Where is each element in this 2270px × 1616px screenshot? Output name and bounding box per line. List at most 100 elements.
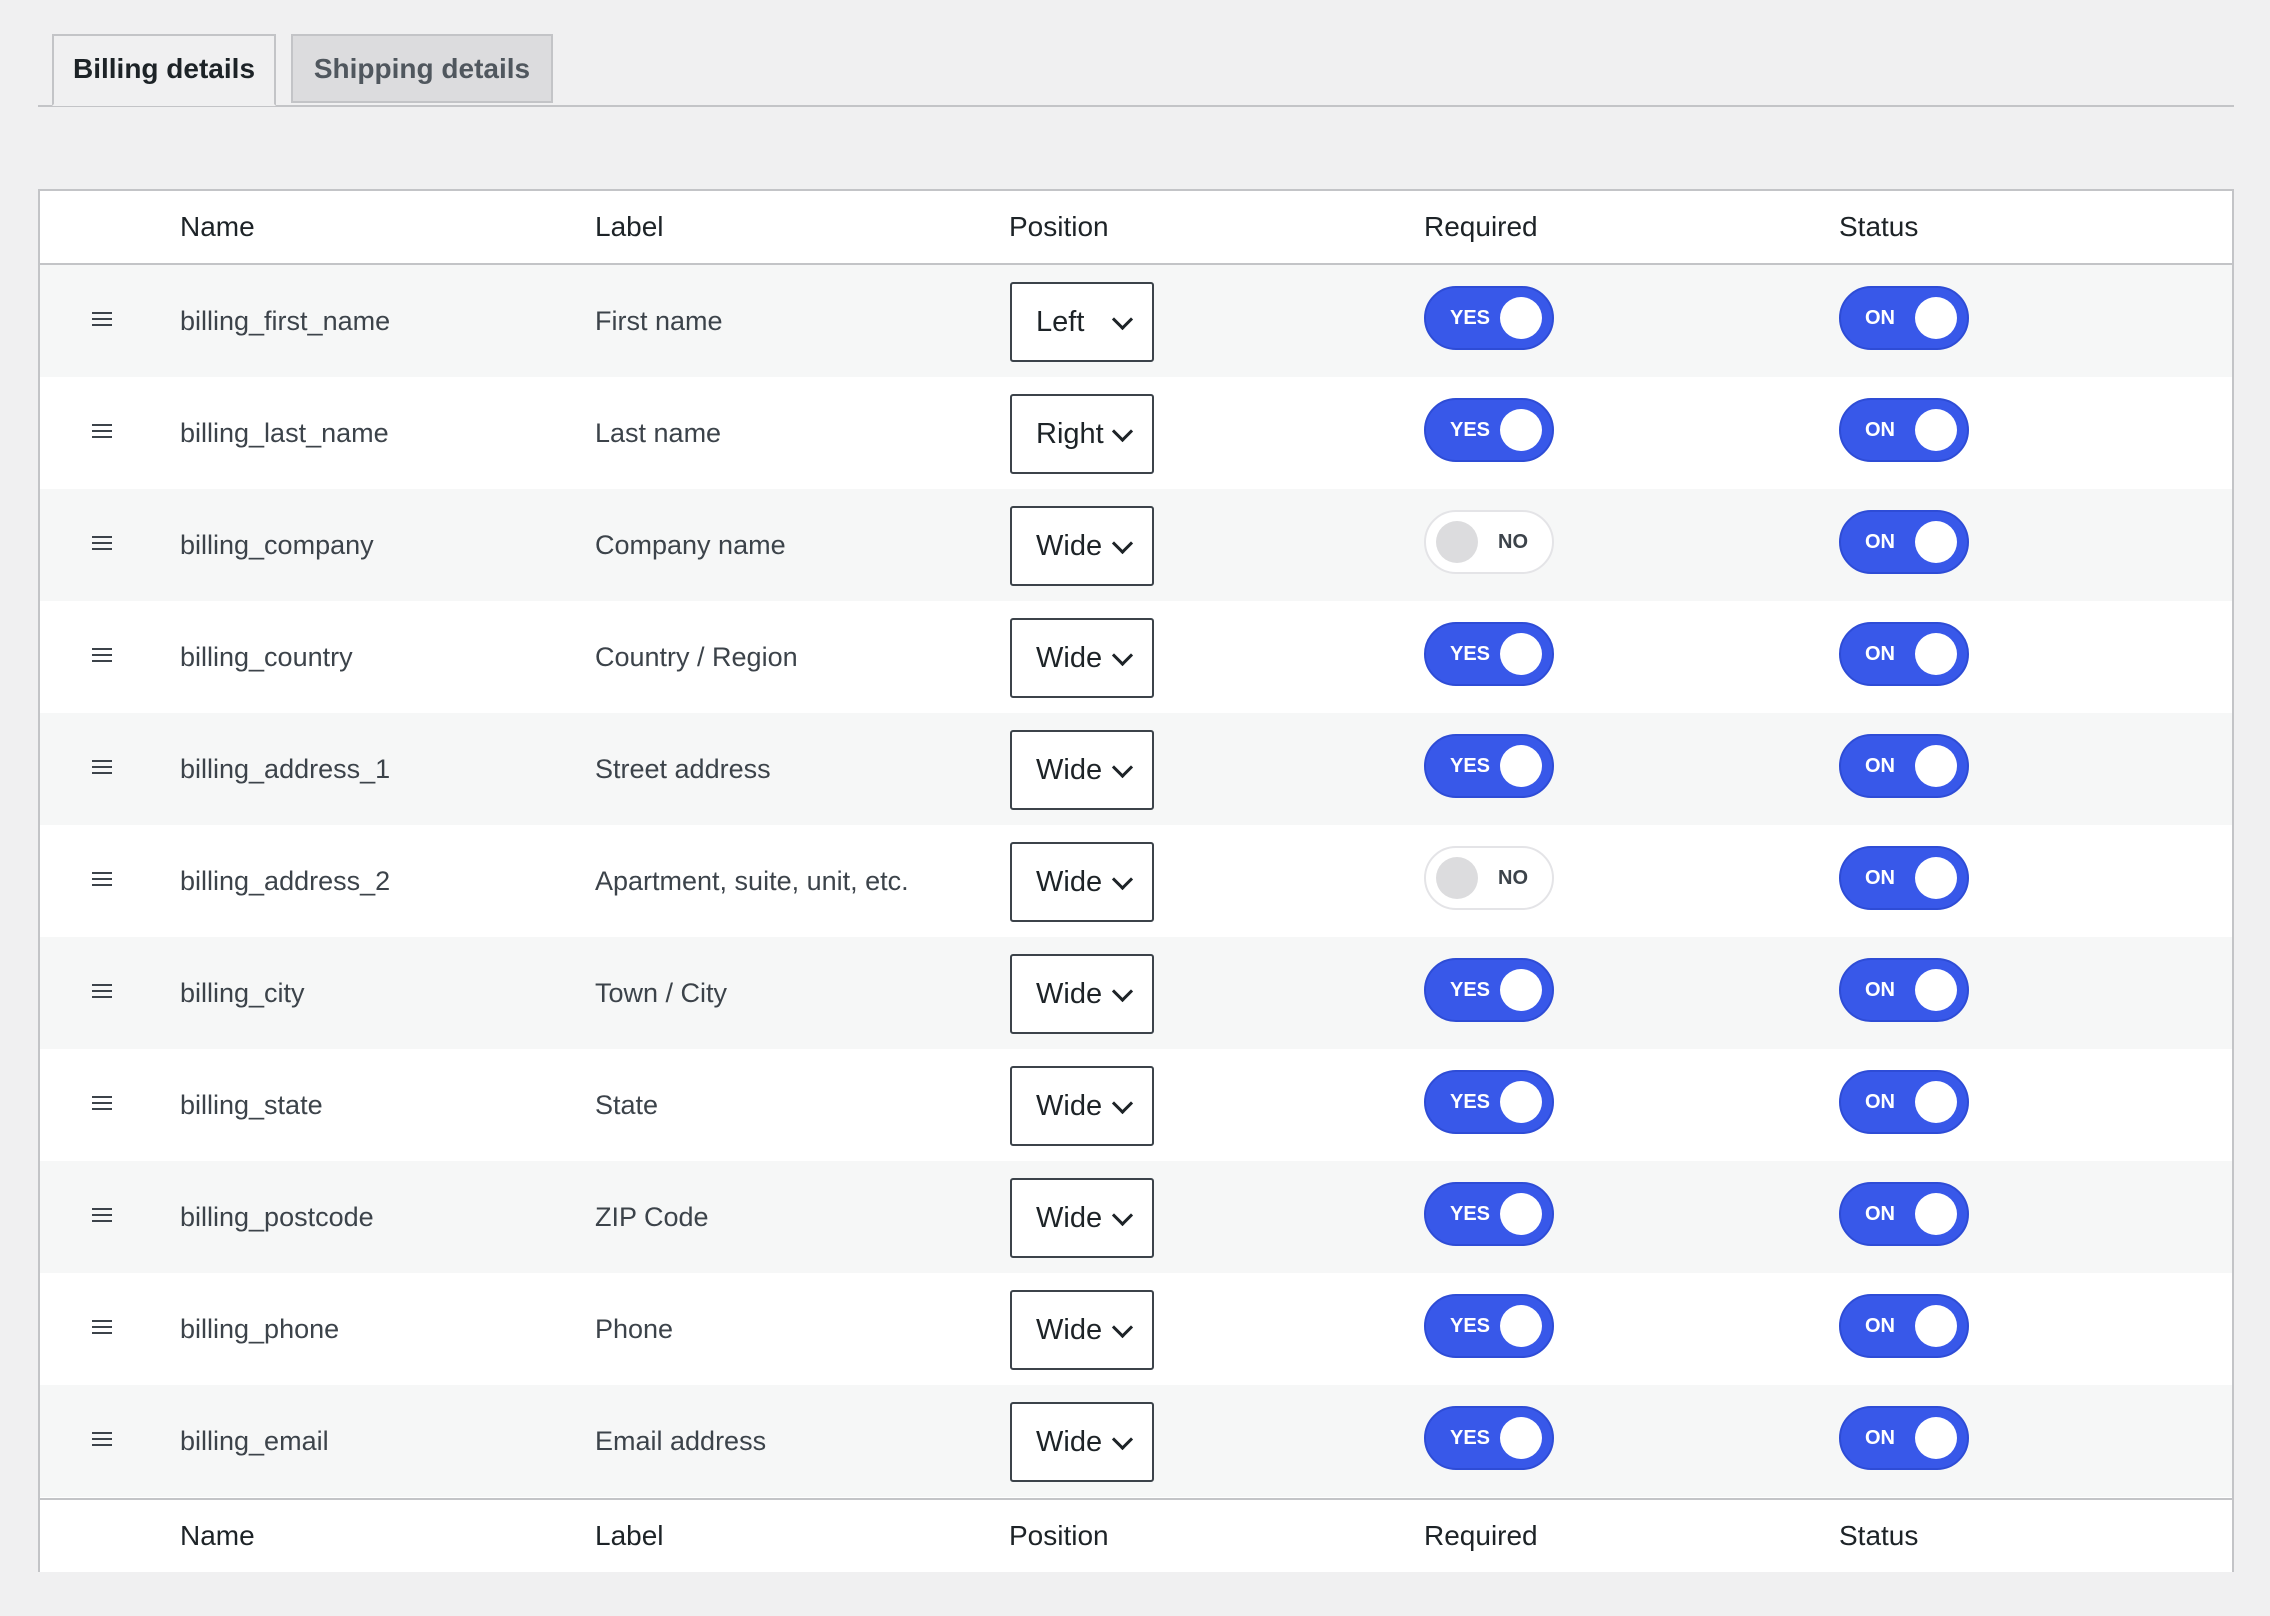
required-toggle-label: YES xyxy=(1450,419,1491,441)
position-select[interactable]: Wide xyxy=(1010,1290,1154,1370)
fields-table: Name Label Position Required Status bill… xyxy=(38,189,2234,1572)
position-select[interactable]: Wide xyxy=(1010,618,1154,698)
chevron-down-icon xyxy=(1111,308,1134,331)
toggle-knob xyxy=(1915,969,1957,1011)
required-toggle[interactable]: YES xyxy=(1424,286,1554,350)
column-header-name: Name xyxy=(180,211,255,242)
toggle-knob xyxy=(1915,633,1957,675)
toggle-knob xyxy=(1500,297,1542,339)
required-toggle-label: YES xyxy=(1450,643,1491,665)
drag-handle-icon[interactable] xyxy=(92,312,112,328)
position-select[interactable]: Wide xyxy=(1010,730,1154,810)
drag-handle-icon[interactable] xyxy=(92,424,112,440)
drag-handle-icon[interactable] xyxy=(92,1096,112,1112)
toggle-knob xyxy=(1915,1081,1957,1123)
required-toggle[interactable]: YES xyxy=(1424,398,1554,462)
toggle-knob xyxy=(1436,857,1478,899)
status-toggle[interactable]: ON xyxy=(1839,1294,1969,1358)
drag-handle-icon[interactable] xyxy=(92,872,112,888)
status-toggle-label: ON xyxy=(1865,1203,1895,1225)
field-name: billing_address_2 xyxy=(180,866,391,896)
position-select-value: Left xyxy=(1036,306,1085,338)
status-toggle[interactable]: ON xyxy=(1839,1182,1969,1246)
position-select[interactable]: Wide xyxy=(1010,842,1154,922)
chevron-down-icon xyxy=(1111,1092,1134,1115)
toggle-knob xyxy=(1500,1417,1542,1459)
field-name: billing_country xyxy=(180,642,353,672)
chevron-down-icon xyxy=(1111,1316,1134,1339)
position-select-value: Wide xyxy=(1036,1426,1103,1458)
column-header-position: Position xyxy=(1009,211,1109,242)
required-toggle[interactable]: NO xyxy=(1424,510,1554,574)
chevron-down-icon xyxy=(1111,980,1134,1003)
drag-handle-icon[interactable] xyxy=(92,648,112,664)
drag-handle-icon[interactable] xyxy=(92,984,112,1000)
field-label: Street address xyxy=(595,754,771,784)
chevron-down-icon xyxy=(1111,532,1134,555)
status-toggle[interactable]: ON xyxy=(1839,286,1969,350)
table-body: billing_first_name First name Left YES ON bil… xyxy=(40,265,2232,1497)
toggle-knob xyxy=(1500,745,1542,787)
position-select[interactable]: Right xyxy=(1010,394,1154,474)
tab-shipping-details[interactable]: Shipping details xyxy=(291,34,553,103)
toggle-knob xyxy=(1500,1305,1542,1347)
toggle-knob xyxy=(1915,1193,1957,1235)
drag-handle-icon[interactable] xyxy=(92,1432,112,1448)
chevron-down-icon xyxy=(1111,756,1134,779)
position-select-value: Right xyxy=(1036,418,1104,450)
chevron-down-icon xyxy=(1111,644,1134,667)
position-select[interactable]: Left xyxy=(1010,282,1154,362)
table-row: billing_address_1 Street address Wide YES ON xyxy=(40,713,2232,825)
table-row: billing_country Country / Region Wide YES ON xyxy=(40,601,2232,713)
toggle-knob xyxy=(1915,745,1957,787)
status-toggle[interactable]: ON xyxy=(1839,622,1969,686)
drag-handle-icon[interactable] xyxy=(92,760,112,776)
required-toggle[interactable]: YES xyxy=(1424,1294,1554,1358)
status-toggle-label: ON xyxy=(1865,419,1895,441)
position-select[interactable]: Wide xyxy=(1010,1066,1154,1146)
drag-handle-icon[interactable] xyxy=(92,1208,112,1224)
status-toggle[interactable]: ON xyxy=(1839,846,1969,910)
status-toggle[interactable]: ON xyxy=(1839,1406,1969,1470)
column-footer-position: Position xyxy=(1009,1520,1109,1551)
toggle-knob xyxy=(1500,1193,1542,1235)
position-select[interactable]: Wide xyxy=(1010,506,1154,586)
field-label: Country / Region xyxy=(595,642,798,672)
tab-bar: Billing details Shipping details xyxy=(38,34,2234,107)
status-toggle-label: ON xyxy=(1865,755,1895,777)
drag-handle-icon[interactable] xyxy=(92,1320,112,1336)
required-toggle[interactable]: YES xyxy=(1424,1406,1554,1470)
position-select-value: Wide xyxy=(1036,1314,1103,1346)
required-toggle[interactable]: YES xyxy=(1424,1070,1554,1134)
required-toggle[interactable]: YES xyxy=(1424,958,1554,1022)
required-toggle-label: NO xyxy=(1498,867,1528,889)
status-toggle-label: ON xyxy=(1865,1427,1895,1449)
position-select-value: Wide xyxy=(1036,754,1103,786)
required-toggle[interactable]: YES xyxy=(1424,622,1554,686)
drag-handle-icon[interactable] xyxy=(92,536,112,552)
status-toggle[interactable]: ON xyxy=(1839,398,1969,462)
toggle-knob xyxy=(1915,521,1957,563)
toggle-knob xyxy=(1915,297,1957,339)
tab-billing-details[interactable]: Billing details xyxy=(52,34,276,106)
required-toggle[interactable]: YES xyxy=(1424,734,1554,798)
chevron-down-icon xyxy=(1111,868,1134,891)
table-header: Name Label Position Required Status xyxy=(40,191,2232,265)
column-footer-status: Status xyxy=(1839,1520,1919,1551)
status-toggle[interactable]: ON xyxy=(1839,510,1969,574)
field-label: Phone xyxy=(595,1314,674,1344)
required-toggle-label: YES xyxy=(1450,1427,1491,1449)
position-select[interactable]: Wide xyxy=(1010,954,1154,1034)
status-toggle[interactable]: ON xyxy=(1839,1070,1969,1134)
required-toggle[interactable]: NO xyxy=(1424,846,1554,910)
field-label: Apartment, suite, unit, etc. xyxy=(595,866,909,896)
column-footer-label: Label xyxy=(595,1520,664,1551)
position-select[interactable]: Wide xyxy=(1010,1178,1154,1258)
status-toggle[interactable]: ON xyxy=(1839,734,1969,798)
required-toggle[interactable]: YES xyxy=(1424,1182,1554,1246)
status-toggle[interactable]: ON xyxy=(1839,958,1969,1022)
position-select[interactable]: Wide xyxy=(1010,1402,1154,1482)
field-label: Last name xyxy=(595,418,722,448)
toggle-knob xyxy=(1500,1081,1542,1123)
column-footer-name: Name xyxy=(180,1520,255,1551)
